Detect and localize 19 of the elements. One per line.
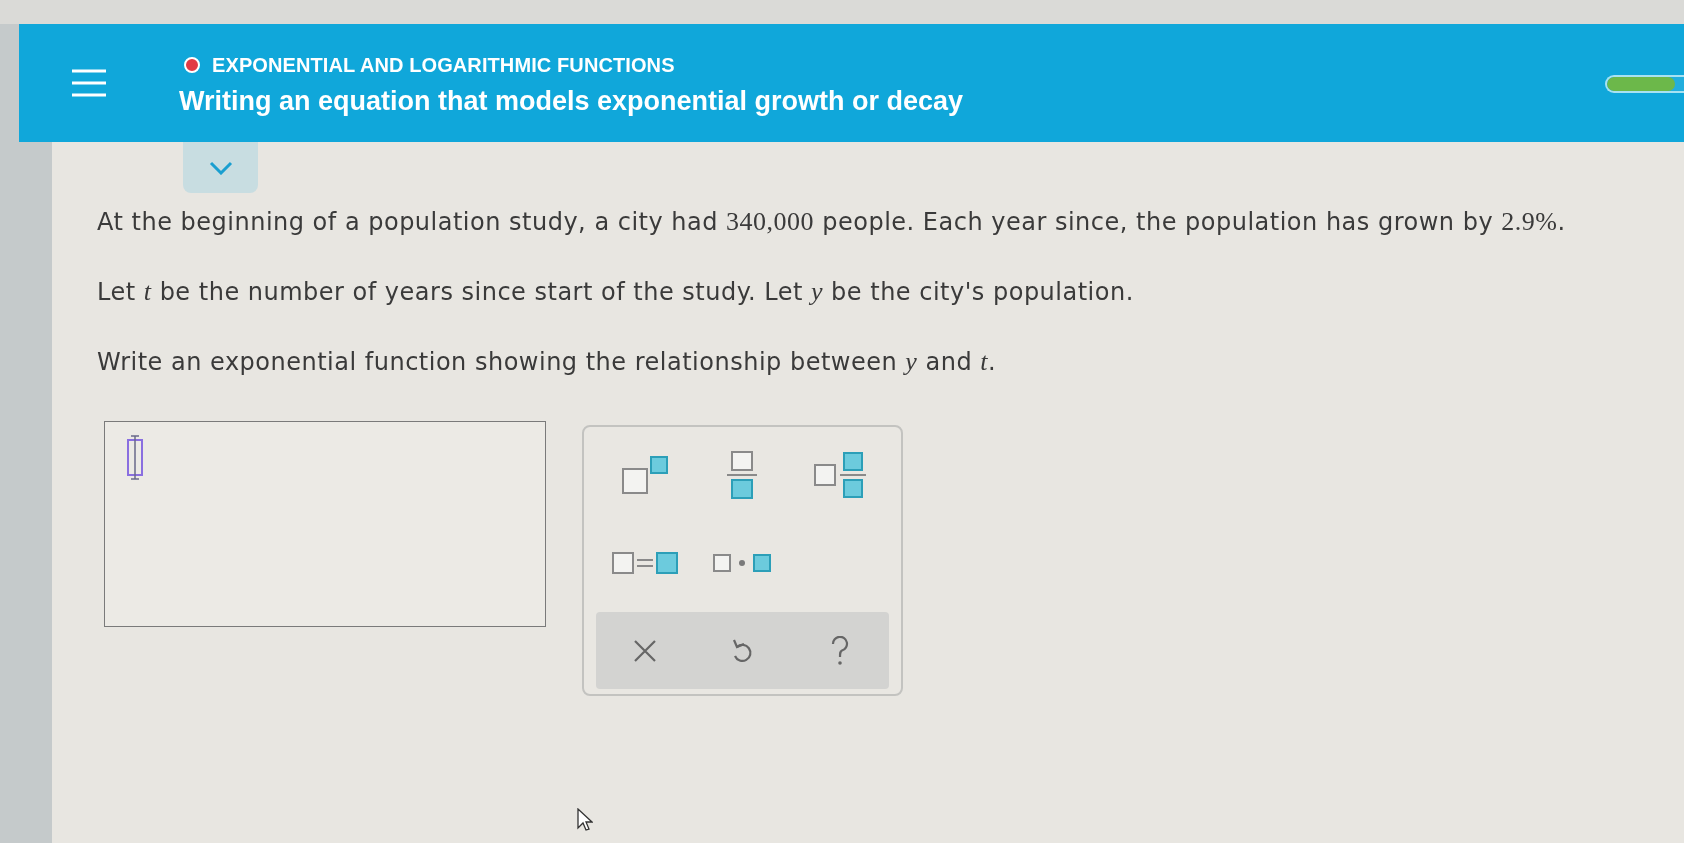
- question-text: Let t be the number of years since start of the study. Let y be the city's population.: [97, 277, 1134, 307]
- topic-title: Writing an equation that models exponential growth or decay: [179, 84, 964, 117]
- topic-category: EXPONENTIAL AND LOGARITHMIC FUNCTIONS: [212, 53, 675, 76]
- undo-icon: [731, 637, 754, 664]
- superscript-template-icon: [621, 456, 668, 494]
- menu-button[interactable]: [72, 69, 106, 97]
- close-icon: [632, 638, 657, 663]
- equals-template-icon: [611, 552, 678, 574]
- status-dot-icon: [184, 56, 200, 73]
- fraction-template-icon: [727, 451, 758, 499]
- expand-tab[interactable]: [183, 142, 258, 193]
- mixed-number-template-icon: [814, 452, 867, 498]
- question-text: Write an exponential function showing the relationship between y and t.: [97, 347, 997, 377]
- mouse-pointer-icon: [577, 808, 593, 832]
- menu-icon: [72, 69, 106, 97]
- product-template-icon: [713, 553, 772, 573]
- chevron-down-icon: [208, 160, 233, 175]
- question-text: At the beginning of a population study, a city had 340,000 people. Each year since, the population has grown by 2.9%.: [97, 207, 1566, 237]
- question-mark-icon: [831, 635, 850, 666]
